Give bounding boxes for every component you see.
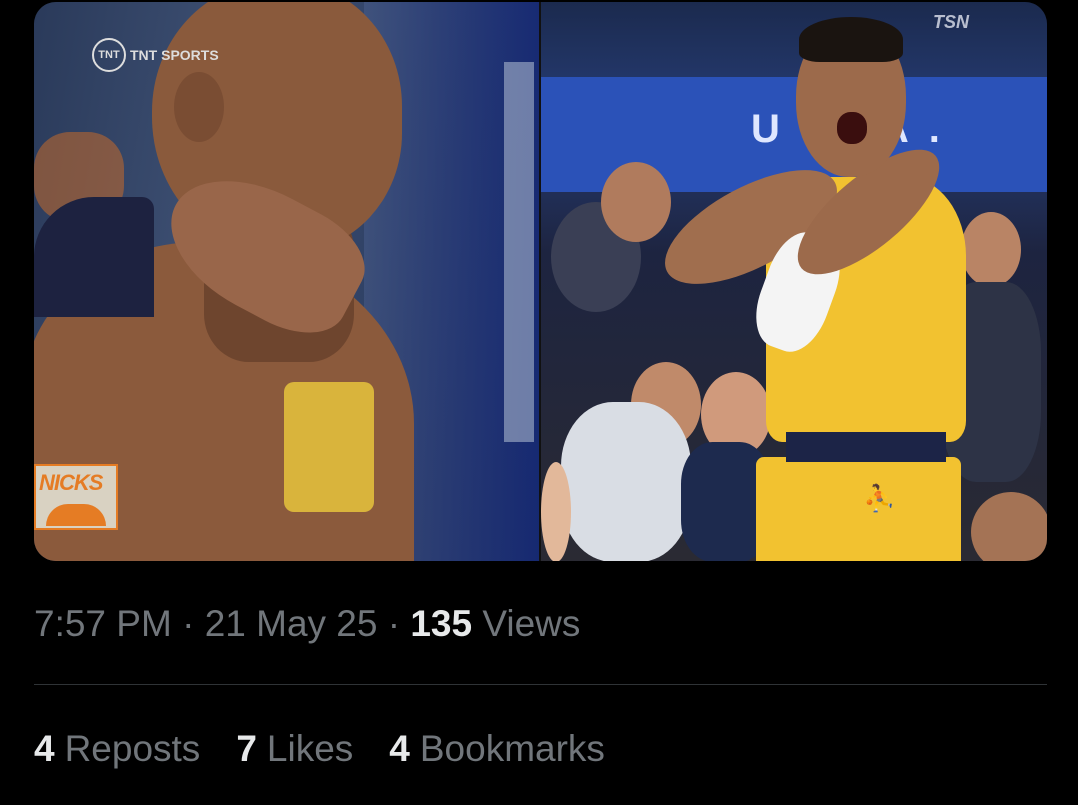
views-label: Views [482, 603, 581, 644]
right-photo[interactable]: U RA. ⛹ TSN [541, 2, 1047, 561]
separator: · [182, 603, 195, 644]
broadcaster-logo: TSN [933, 12, 969, 32]
player-waistband [786, 432, 946, 462]
post-time[interactable]: 7:57 PM [34, 603, 172, 644]
bookmarks-stat[interactable]: 4 Bookmarks [389, 728, 605, 770]
reposts-stat[interactable]: 4 Reposts [34, 728, 200, 770]
broadcaster-label: TNT SPORTS [130, 47, 219, 63]
crowd-fan [601, 162, 671, 242]
crowd-fan [971, 492, 1047, 561]
likes-label: Likes [266, 728, 354, 769]
likes-stat[interactable]: 7 Likes [236, 728, 353, 770]
separator: · [387, 603, 401, 644]
crowd-fan [541, 462, 571, 561]
team-logo-text: NICKS [39, 470, 103, 495]
tnt-icon: TNT [92, 38, 126, 72]
engagement-stats: 4 Reposts 7 Likes 4 Bookmarks [34, 728, 605, 770]
bookmarks-count: 4 [389, 728, 410, 769]
player-jersey [34, 197, 154, 317]
post-metadata: 7:57 PM · 21 May 25 · 135 Views [34, 603, 580, 645]
crowd-fan [961, 212, 1021, 287]
player-ear [174, 72, 224, 142]
post-media[interactable]: NICKS TNT TNT SPORTS U RA. ⛹ TSN [34, 2, 1047, 561]
player-hair [799, 17, 903, 62]
reposts-label: Reposts [64, 728, 201, 769]
bookmarks-label: Bookmarks [419, 728, 605, 769]
basketball-icon [46, 504, 106, 526]
jumpman-logo-icon: ⛹ [863, 483, 896, 513]
broadcaster-logo: TNT TNT SPORTS [92, 38, 219, 72]
player-mouth [837, 112, 867, 144]
divider [34, 684, 1047, 685]
reposts-count: 4 [34, 728, 55, 769]
post-date[interactable]: 21 May 25 [205, 603, 378, 644]
likes-count: 7 [236, 728, 257, 769]
player-jersey [284, 382, 374, 512]
background-blur [504, 62, 534, 442]
left-photo[interactable]: NICKS TNT TNT SPORTS [34, 2, 539, 561]
crowd-fan [561, 402, 691, 561]
team-logo: NICKS [34, 464, 118, 530]
views-count: 135 [410, 603, 473, 644]
player-shorts [756, 457, 961, 561]
